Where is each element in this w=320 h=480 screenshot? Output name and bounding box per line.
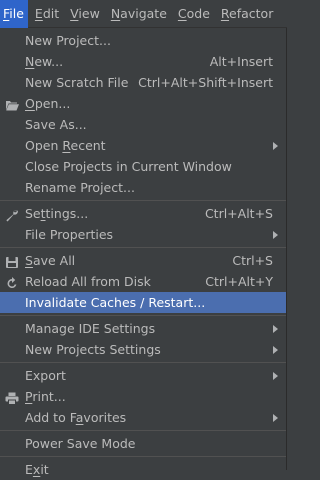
menu-file[interactable]: File — [0, 0, 28, 28]
menu-item-label: Manage IDE Settings — [25, 321, 156, 336]
shortcut-label: Ctrl+Alt+S — [204, 206, 273, 221]
chevron-right-icon — [273, 346, 278, 354]
menu-bar: File Edit View Navigate Code Refactor — [0, 0, 287, 28]
shortcut-label: Ctrl+Alt+Y — [205, 274, 273, 289]
menu-item-settings[interactable]: Settings... Ctrl+Alt+S — [0, 203, 286, 224]
menu-item-new-project[interactable]: New Project... — [0, 30, 286, 51]
menu-item-label: Close Projects in Current Window — [25, 159, 232, 174]
printer-icon — [5, 390, 19, 405]
file-menu-dropdown: New Project... New... Alt+Insert New Scr… — [0, 28, 287, 477]
menu-item-power-save-mode[interactable]: Power Save Mode — [0, 433, 286, 454]
menu-item-invalidate-caches[interactable]: Invalidate Caches / Restart... — [0, 292, 286, 313]
menu-separator — [0, 247, 286, 248]
chevron-right-icon — [273, 142, 278, 150]
menu-item-label: File Properties — [25, 227, 114, 242]
menu-edit[interactable]: Edit — [31, 0, 63, 28]
menu-item-new-projects-settings[interactable]: New Projects Settings — [0, 339, 286, 360]
chevron-right-icon — [273, 372, 278, 380]
wrench-icon — [5, 207, 19, 222]
menu-item-new[interactable]: New... Alt+Insert — [0, 51, 286, 72]
menu-separator — [0, 315, 286, 316]
menu-item-label: Reload All from Disk — [25, 274, 151, 289]
menu-item-label: Power Save Mode — [25, 436, 136, 451]
menu-item-label: Open... — [25, 96, 71, 111]
menu-item-new-scratch-file[interactable]: New Scratch File Ctrl+Alt+Shift+Insert — [0, 72, 286, 93]
menu-item-manage-ide-settings[interactable]: Manage IDE Settings — [0, 318, 286, 339]
chevron-right-icon — [273, 231, 278, 239]
menu-item-print[interactable]: Print... — [0, 386, 286, 407]
menu-item-label: Save As... — [25, 117, 87, 132]
menu-item-open-recent[interactable]: Open Recent — [0, 135, 286, 156]
menu-item-save-all[interactable]: Save All Ctrl+S — [0, 250, 286, 271]
menu-view[interactable]: View — [66, 0, 104, 28]
menu-code[interactable]: Code — [174, 0, 214, 28]
menu-item-label: Save All — [25, 253, 76, 268]
menu-item-label: Open Recent — [25, 138, 106, 153]
menu-item-label: New Projects Settings — [25, 342, 161, 357]
menu-item-file-properties[interactable]: File Properties — [0, 224, 286, 245]
menu-item-add-to-favorites[interactable]: Add to Favorites — [0, 407, 286, 428]
menu-item-reload-all[interactable]: Reload All from Disk Ctrl+Alt+Y — [0, 271, 286, 292]
shortcut-label: Ctrl+S — [232, 253, 273, 268]
chevron-right-icon — [273, 325, 278, 333]
menu-separator — [0, 430, 286, 431]
refresh-icon — [5, 275, 19, 288]
menu-item-label: New Project... — [25, 33, 111, 48]
menu-item-label: Rename Project... — [25, 180, 135, 195]
menu-item-label: New... — [25, 54, 64, 69]
floppy-disk-icon — [5, 254, 19, 268]
menu-separator — [0, 362, 286, 363]
shortcut-label: Ctrl+Alt+Shift+Insert — [138, 75, 273, 90]
menu-item-label: Print... — [25, 389, 66, 404]
menu-item-label: Add to Favorites — [25, 410, 127, 425]
menu-item-label: Invalidate Caches / Restart... — [25, 295, 206, 310]
menu-item-label: Settings... — [25, 206, 89, 221]
menu-item-close-projects[interactable]: Close Projects in Current Window — [0, 156, 286, 177]
menu-item-save-as[interactable]: Save As... — [0, 114, 286, 135]
shortcut-label: Alt+Insert — [209, 54, 273, 69]
menu-item-open[interactable]: Open... — [0, 93, 286, 114]
menu-item-export[interactable]: Export — [0, 365, 286, 386]
menu-refactor[interactable]: Refactor — [217, 0, 277, 28]
folder-icon — [5, 97, 19, 111]
menu-separator — [0, 200, 286, 201]
chevron-right-icon — [273, 414, 278, 422]
menu-separator — [0, 456, 286, 457]
menu-item-label: Export — [25, 368, 66, 383]
menu-item-rename-project[interactable]: Rename Project... — [0, 177, 286, 198]
menu-item-label: New Scratch File — [25, 75, 129, 90]
menu-navigate[interactable]: Navigate — [107, 0, 171, 28]
